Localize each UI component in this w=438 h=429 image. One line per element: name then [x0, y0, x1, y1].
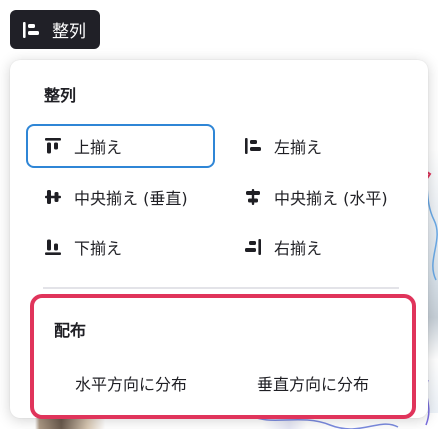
align-top-option[interactable]: 上揃え — [26, 124, 215, 168]
align-right-icon — [245, 239, 261, 255]
align-left-option[interactable]: 左揃え — [226, 124, 415, 168]
align-right-option[interactable]: 右揃え — [226, 225, 415, 269]
align-center-vertical-label: 中央揃え (垂直) — [74, 189, 188, 208]
distribute-vertical-button[interactable]: 垂直方向に分布 — [257, 371, 369, 395]
align-bottom-option[interactable]: 下揃え — [26, 225, 215, 269]
align-top-icon — [45, 138, 61, 154]
distribute-horizontal-button[interactable]: 水平方向に分布 — [75, 371, 187, 395]
align-left-icon — [245, 138, 261, 154]
align-top-label: 上揃え — [74, 138, 123, 157]
align-center-vertical-icon — [45, 190, 61, 204]
align-bottom-label: 下揃え — [74, 239, 123, 258]
align-bottom-icon — [45, 239, 61, 255]
align-center-horizontal-icon — [246, 189, 260, 205]
align-section-title: 整列 — [44, 86, 77, 105]
align-left-icon — [23, 21, 39, 38]
align-dropdown-panel: 整列 上揃え 左揃え 中央揃え (垂直) 中央揃え (水平) 下揃え 右揃え 配… — [10, 60, 428, 419]
align-left-label: 左揃え — [274, 138, 323, 157]
align-right-label: 右揃え — [274, 239, 323, 258]
align-center-horizontal-option[interactable]: 中央揃え (水平) — [226, 175, 424, 219]
align-toolbar-button[interactable]: 整列 — [10, 10, 100, 49]
align-center-horizontal-label: 中央揃え (水平) — [274, 189, 388, 208]
align-toolbar-label: 整列 — [52, 22, 86, 42]
align-center-vertical-option[interactable]: 中央揃え (垂直) — [26, 175, 221, 219]
distribute-section-title: 配布 — [54, 321, 87, 340]
section-divider — [43, 287, 399, 289]
distribute-section-highlight: 配布 水平方向に分布 垂直方向に分布 — [30, 294, 416, 419]
